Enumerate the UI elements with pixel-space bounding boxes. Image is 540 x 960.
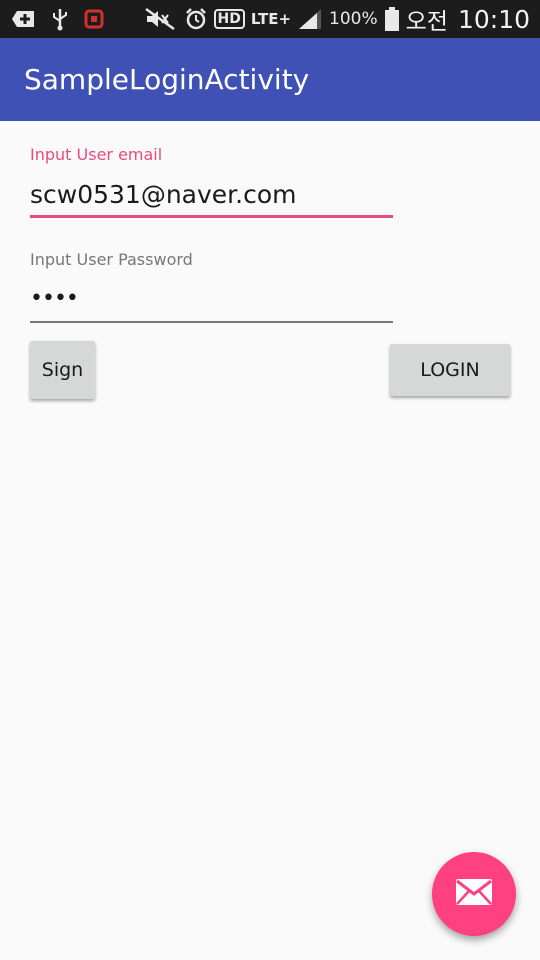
- mail-fab-button[interactable]: [432, 852, 516, 936]
- password-field-underline: [30, 321, 393, 323]
- email-field-label: Input User email: [30, 145, 163, 164]
- signal-icon: [297, 7, 323, 31]
- status-bar-left: [10, 7, 104, 31]
- password-field[interactable]: ••••: [30, 286, 79, 311]
- alarm-icon: [184, 7, 208, 31]
- battery-percent: 100%: [329, 9, 378, 29]
- mute-icon: [144, 7, 178, 31]
- sign-button[interactable]: Sign: [30, 341, 95, 399]
- status-bar: HD LTE+ 100% 오전 10:10: [0, 0, 540, 38]
- battery-icon: [384, 6, 400, 32]
- email-field-underline: [30, 215, 393, 218]
- password-field-label: Input User Password: [30, 250, 193, 269]
- usb-icon: [50, 7, 70, 31]
- mail-icon: [455, 878, 493, 910]
- clock-time: 10:10: [457, 4, 530, 34]
- hd-icon: HD: [213, 9, 245, 29]
- login-button[interactable]: LOGIN: [390, 344, 510, 396]
- app-bar: SampleLoginActivity: [0, 38, 540, 121]
- ampm-label: 오전: [405, 9, 448, 35]
- status-bar-right: HD LTE+ 100% 오전 10:10: [144, 2, 530, 36]
- page-title: SampleLoginActivity: [24, 63, 310, 96]
- lte-icon: LTE+: [250, 10, 292, 28]
- add-icon: [10, 8, 36, 30]
- notification-app-icon: [84, 8, 104, 30]
- email-field[interactable]: scw0531@naver.com: [30, 180, 297, 209]
